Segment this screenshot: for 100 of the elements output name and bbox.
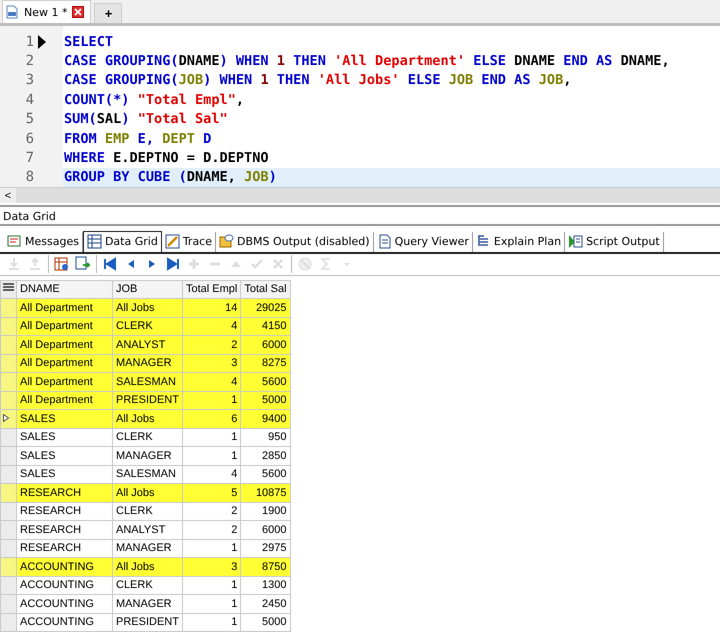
table-cell: All Department <box>16 354 112 372</box>
table-cell: 1 <box>182 576 241 594</box>
table-cell: PRESIDENT <box>112 391 182 410</box>
table-cell: SALES <box>16 446 112 465</box>
code-line: CASE GROUPING(JOB) WHEN 1 THEN 'All Jobs' ELSE JOB END AS JOB, <box>63 71 572 90</box>
table-cell: All Jobs <box>112 484 182 502</box>
table-cell: 2 <box>182 336 241 354</box>
new-tab-button[interactable]: + <box>94 3 122 23</box>
table-cell: SALESMAN <box>112 372 182 391</box>
table-cell: 4 <box>182 372 241 391</box>
column-header[interactable]: JOB <box>112 280 182 298</box>
table-cell: All Department <box>16 317 112 336</box>
table-cell: 3 <box>182 558 241 576</box>
table-cell: 29025 <box>240 298 290 317</box>
line-number: 5 <box>24 111 34 128</box>
table-cell: 14 <box>182 298 241 317</box>
table-cell: All Jobs <box>112 298 182 317</box>
table-cell: 8275 <box>240 354 290 372</box>
table-cell: 2850 <box>240 446 290 465</box>
table-cell: 1 <box>182 391 241 410</box>
table-cell: ACCOUNTING <box>16 594 112 613</box>
table-cell: 2 <box>182 520 241 539</box>
table-cell: 1 <box>182 613 241 632</box>
result-tab[interactable]: Script Output <box>565 232 664 252</box>
grid-export-icon[interactable] <box>75 256 91 272</box>
table-cell: 10875 <box>240 484 290 502</box>
line-number: 2 <box>24 53 34 70</box>
editor-tab[interactable]: New 1 * <box>2 0 92 23</box>
horizontal-scrollbar[interactable]: < <box>0 187 720 204</box>
table-cell: CLERK <box>112 317 182 336</box>
result-tab[interactable]: Query Viewer <box>374 232 473 252</box>
table-cell: CLERK <box>112 428 182 446</box>
result-tab[interactable]: DBMS Output (disabled) <box>216 232 374 252</box>
table-cell: 4 <box>182 317 241 336</box>
table-cell: CLERK <box>112 502 182 520</box>
table-cell: 1 <box>182 446 241 465</box>
line-number: 7 <box>24 150 34 166</box>
grid-icon <box>86 234 102 250</box>
table-cell: RESEARCH <box>16 484 112 502</box>
table-cell: ACCOUNTING <box>16 558 112 576</box>
code-line: FROM EMP E, DEPT D <box>63 130 212 148</box>
line-number: 3 <box>24 72 34 88</box>
table-cell: ANALYST <box>112 520 182 539</box>
grid-menu-icon[interactable] <box>3 283 14 292</box>
table-cell: 950 <box>240 428 290 446</box>
code-line: SUM(SAL) "Total Sal" <box>63 110 229 129</box>
table-cell: All Jobs <box>112 410 182 428</box>
result-tab[interactable]: Messages <box>4 232 83 252</box>
result-tab[interactable]: Data Grid <box>82 230 162 252</box>
table-cell: MANAGER <box>112 446 182 465</box>
line-number: 8 <box>24 169 34 186</box>
table-cell: 6000 <box>240 336 290 354</box>
table-cell: RESEARCH <box>16 502 112 520</box>
speech-bubble-icon <box>219 234 234 250</box>
table-cell: All Department <box>16 336 112 354</box>
table-cell: All Department <box>16 391 112 410</box>
column-header[interactable]: Total Empl <box>182 280 241 298</box>
close-icon[interactable] <box>72 6 84 18</box>
result-tab[interactable]: Trace <box>162 232 216 252</box>
table-cell: SALES <box>16 410 112 428</box>
sql-file-icon <box>5 5 19 19</box>
line-number: 4 <box>24 92 34 108</box>
column-header[interactable]: Total Sal <box>240 280 290 298</box>
table-cell: 5000 <box>240 391 290 410</box>
table-cell: 5000 <box>240 613 290 632</box>
table-cell: 8750 <box>240 558 290 576</box>
panel-title: Data Grid <box>3 210 56 222</box>
table-cell: 1900 <box>240 502 290 520</box>
code-line: SELECT <box>63 32 114 52</box>
table-cell: 1300 <box>240 576 290 594</box>
table-cell: CLERK <box>112 576 182 594</box>
table-cell: 9400 <box>240 410 290 428</box>
pencil-icon <box>164 234 180 250</box>
document-icon <box>376 234 392 250</box>
table-cell: 1 <box>182 428 241 446</box>
table-cell: ANALYST <box>112 336 182 354</box>
line-number: 6 <box>24 130 34 147</box>
table-cell: SALES <box>16 428 112 446</box>
result-tab[interactable]: Explain Plan <box>472 232 566 252</box>
table-cell: 6 <box>182 410 241 428</box>
table-cell: 2 <box>182 502 241 520</box>
code-line: COUNT(*) "Total Empl", <box>63 90 246 110</box>
table-cell: 4150 <box>240 317 290 336</box>
table-cell: 1 <box>182 594 241 613</box>
table-cell: All Department <box>16 372 112 391</box>
table-cell: ACCOUNTING <box>16 613 112 632</box>
table-cell: 3 <box>182 354 241 372</box>
code-line: CASE GROUPING(DNAME) WHEN 1 THEN 'All Department' ELSE DNAME END AS DNAME, <box>63 52 671 71</box>
scroll-left-button[interactable]: < <box>0 188 16 204</box>
table-cell: MANAGER <box>112 354 182 372</box>
table-cell: ACCOUNTING <box>16 576 112 594</box>
code-line: WHERE E.DEPTNO = D.DEPTNO <box>63 149 270 168</box>
document-icon <box>568 234 584 250</box>
table-cell: 6000 <box>240 520 290 539</box>
last-record-icon[interactable] <box>165 256 181 272</box>
grid-settings-icon[interactable] <box>54 256 70 272</box>
first-record-icon[interactable] <box>102 256 118 272</box>
table-cell: RESEARCH <box>16 520 112 539</box>
line-number: 1 <box>24 34 34 50</box>
column-header[interactable]: DNAME <box>16 280 112 298</box>
